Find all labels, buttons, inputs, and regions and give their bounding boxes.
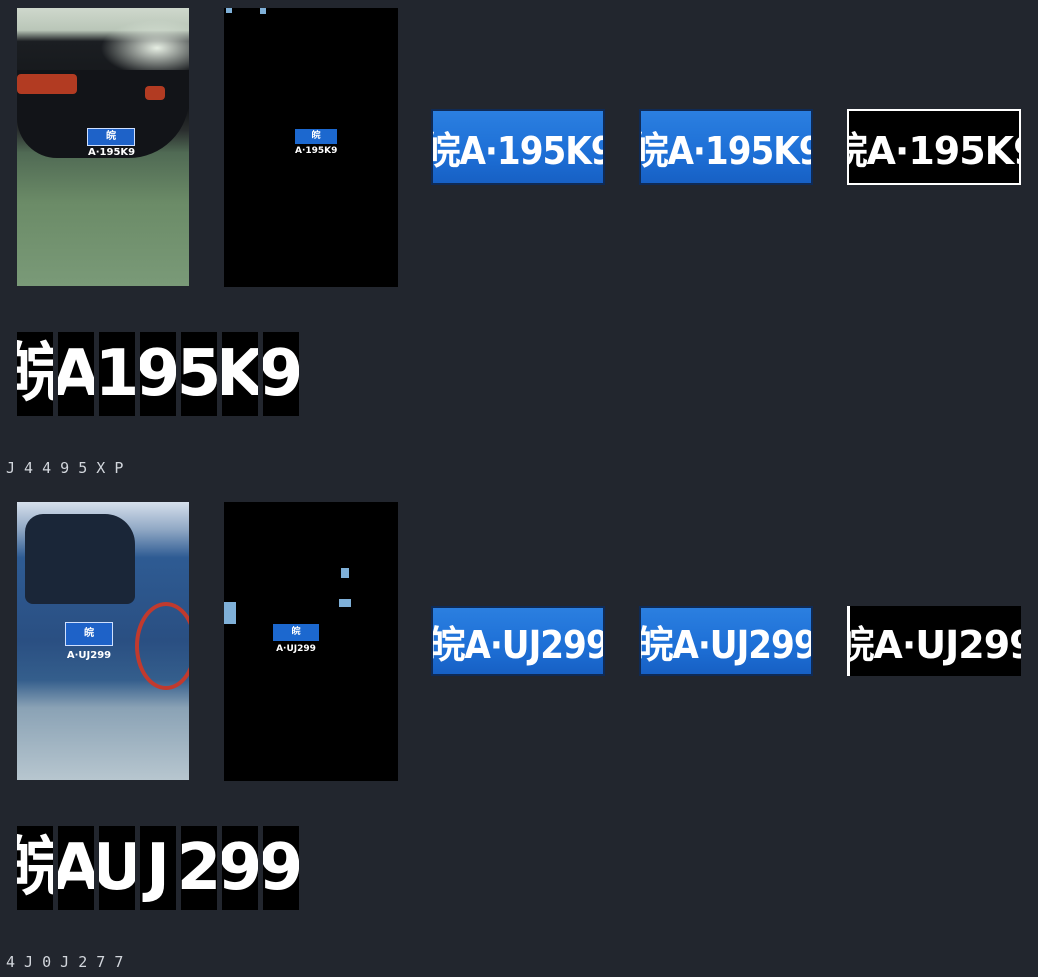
- plate-binary-1: 皖A·195K9: [847, 109, 1021, 185]
- segmented-char: 2: [181, 826, 217, 910]
- segmented-char: 9: [140, 332, 176, 416]
- tail-light: [17, 74, 77, 94]
- license-plate-in-photo: 皖A·195K9: [87, 128, 135, 158]
- segmented-chars-1: 皖 A 1 9 5 K 9: [17, 332, 299, 416]
- segmented-char: K: [222, 332, 258, 416]
- license-plate-in-photo: 皖A·UJ299: [65, 622, 113, 661]
- segmented-char: 皖: [17, 332, 53, 416]
- segmented-char: 9: [263, 332, 299, 416]
- plate-binary-2: 皖A·UJ299: [847, 606, 1021, 676]
- noise-speck: [226, 8, 232, 13]
- segmented-char: J: [140, 826, 176, 910]
- masked-plate: 皖A·195K9: [295, 129, 338, 156]
- noise-speck: [224, 602, 236, 624]
- masked-plate: 皖A·UJ299: [273, 624, 319, 654]
- plate-crop-resized-2: 皖A·UJ299: [639, 606, 813, 676]
- segmented-char: 皖: [17, 826, 53, 910]
- segmented-char: A: [58, 826, 94, 910]
- plate-mask-1: 皖A·195K9: [224, 8, 398, 287]
- plate-crop-1: 皖A·195K9: [431, 109, 605, 185]
- results-canvas: 皖A·195K9 皖A·195K9 皖A·195K9 皖A·195K9 皖A·1…: [0, 0, 1038, 977]
- segmented-char: A: [58, 332, 94, 416]
- plate-crop-resized-1: 皖A·195K9: [639, 109, 813, 185]
- recognized-text-2: 4 J 0 J 2 7 7: [6, 953, 124, 971]
- tail-light: [145, 86, 165, 100]
- car-photo-1: 皖A·195K9: [17, 8, 189, 286]
- bicycle-wheel: [135, 602, 189, 690]
- noise-speck: [341, 568, 349, 578]
- segmented-char: U: [99, 826, 135, 910]
- recognized-text-1: J 4 4 9 5 X P: [6, 459, 124, 477]
- plate-mask-2: 皖A·UJ299: [224, 502, 398, 781]
- segmented-char: 9: [222, 826, 258, 910]
- segmented-char: 1: [99, 332, 135, 416]
- noise-speck: [260, 8, 266, 14]
- segmented-char: 9: [263, 826, 299, 910]
- car-window: [25, 514, 135, 604]
- segmented-char: 5: [181, 332, 217, 416]
- plate-crop-2: 皖A·UJ299: [431, 606, 605, 676]
- noise-speck: [339, 599, 351, 607]
- car-photo-2: 皖A·UJ299: [17, 502, 189, 780]
- segmented-chars-2: 皖 A U J 2 9 9: [17, 826, 299, 910]
